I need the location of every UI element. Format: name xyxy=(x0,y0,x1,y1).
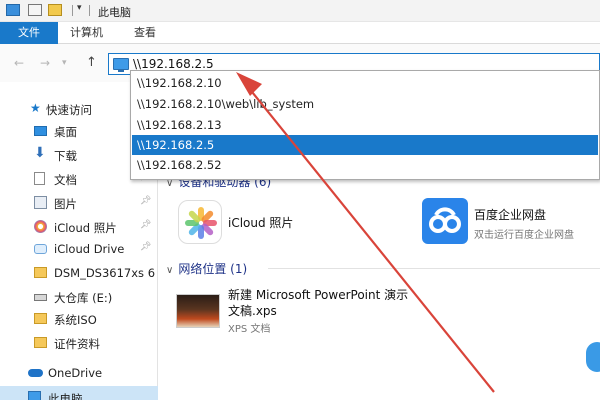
separator xyxy=(72,5,73,16)
document-icon xyxy=(34,172,45,185)
sidebar-item-label: 此电脑 xyxy=(48,392,83,400)
new-folder-icon[interactable] xyxy=(48,4,62,16)
pin-icon[interactable]: 📌︎ xyxy=(140,196,151,206)
sidebar-item-this-pc[interactable]: 此电脑 xyxy=(0,386,158,400)
ppt-xps-thumbnail[interactable] xyxy=(176,294,220,328)
ppt-file-title-line1[interactable]: 新建 Microsoft PowerPoint 演示 xyxy=(228,286,408,303)
icloud-photos-label[interactable]: iCloud 照片 xyxy=(228,214,293,231)
sidebar-item-label: OneDrive xyxy=(48,366,103,380)
this-pc-icon xyxy=(113,58,129,72)
ribbon-tabs: 文件 计算机 查看 xyxy=(0,22,600,44)
window-title: 此电脑 xyxy=(98,6,131,19)
network-header-label: 网络位置 (1) xyxy=(178,262,248,276)
icloud-photos-icon xyxy=(34,220,47,233)
ppt-file-type: XPS 文档 xyxy=(228,324,271,335)
quick-access-dropdown-icon[interactable]: ▾ xyxy=(77,3,82,13)
folder-icon xyxy=(34,337,47,348)
properties-icon[interactable] xyxy=(28,4,42,16)
sidebar-item-label: DSM_DS3617xs 6. xyxy=(54,266,156,280)
sidebar-item-label: 证件资料 xyxy=(54,337,100,351)
autocomplete-item[interactable]: \\192.168.2.52 xyxy=(132,155,598,175)
drive-icon xyxy=(34,294,47,301)
partial-app-icon[interactable] xyxy=(586,342,600,372)
download-icon: ⬇ xyxy=(34,145,46,161)
sidebar-item-icloud-photos[interactable]: iCloud 照片 📌︎ xyxy=(0,216,158,238)
network-section-header[interactable]: ∨ 网络位置 (1) xyxy=(166,260,247,277)
folder-icon xyxy=(34,267,47,278)
divider xyxy=(268,268,600,269)
this-pc-icon xyxy=(28,391,41,400)
pin-icon[interactable]: 📌︎ xyxy=(140,220,151,230)
sidebar-item-label: 系统ISO xyxy=(54,313,97,327)
baidu-cloud-title[interactable]: 百度企业网盘 xyxy=(474,206,546,223)
star-icon: ★ xyxy=(30,101,41,115)
sidebar-item-system-iso[interactable]: 系统ISO xyxy=(0,308,158,330)
baidu-cloud-icon[interactable] xyxy=(422,198,468,244)
icloud-drive-icon xyxy=(34,244,47,254)
separator xyxy=(89,5,90,16)
icloud-photos-tile-icon[interactable] xyxy=(178,200,222,244)
chevron-down-icon[interactable]: ∨ xyxy=(166,265,173,276)
sidebar-item-pictures[interactable]: 图片 📌︎ xyxy=(0,192,158,214)
sidebar-item-label: 大仓库 (E:) xyxy=(54,291,113,305)
this-pc-window-icon xyxy=(6,4,20,16)
sidebar-item-onedrive[interactable]: OneDrive xyxy=(0,362,158,384)
title-bar: ▾ 此电脑 xyxy=(0,0,600,22)
sidebar-item-icloud-drive[interactable]: iCloud Drive 📌︎ xyxy=(0,238,158,260)
autocomplete-item[interactable]: \\192.168.2.10\web\lib_system xyxy=(132,94,598,114)
baidu-cloud-subtitle: 双击运行百度企业网盘 xyxy=(474,230,574,241)
sidebar-item-id-documents[interactable]: 证件资料 xyxy=(0,332,158,354)
autocomplete-item[interactable]: \\192.168.2.13 xyxy=(132,115,598,135)
autocomplete-item-selected[interactable]: \\192.168.2.5 xyxy=(132,135,598,155)
baidu-cloud-glyph xyxy=(429,207,461,233)
address-autocomplete-list: \\192.168.2.10 \\192.168.2.10\web\lib_sy… xyxy=(130,70,600,180)
pictures-icon xyxy=(34,196,47,209)
folder-icon xyxy=(34,313,47,324)
autocomplete-item[interactable]: \\192.168.2.10 xyxy=(132,73,598,93)
desktop-icon xyxy=(34,126,47,136)
ppt-file-title-line2[interactable]: 文稿.xps xyxy=(228,302,277,319)
pin-icon[interactable]: 📌︎ xyxy=(140,242,151,252)
back-arrow-icon[interactable]: ← xyxy=(14,56,24,70)
tab-computer[interactable]: 计算机 xyxy=(70,22,103,44)
sidebar-item-drive-e[interactable]: 大仓库 (E:) xyxy=(0,286,158,308)
up-arrow-icon[interactable]: ↑ xyxy=(86,55,97,70)
onedrive-icon xyxy=(28,369,43,377)
tab-file[interactable]: 文件 xyxy=(0,22,58,44)
forward-arrow-icon[interactable]: → xyxy=(40,56,50,70)
address-input[interactable]: \\192.168.2.5 xyxy=(133,57,214,71)
tab-view[interactable]: 查看 xyxy=(134,22,156,44)
recent-locations-chevron-icon[interactable]: ▾ xyxy=(62,58,67,68)
sidebar-item-dsm-folder[interactable]: DSM_DS3617xs 6. xyxy=(0,262,158,284)
